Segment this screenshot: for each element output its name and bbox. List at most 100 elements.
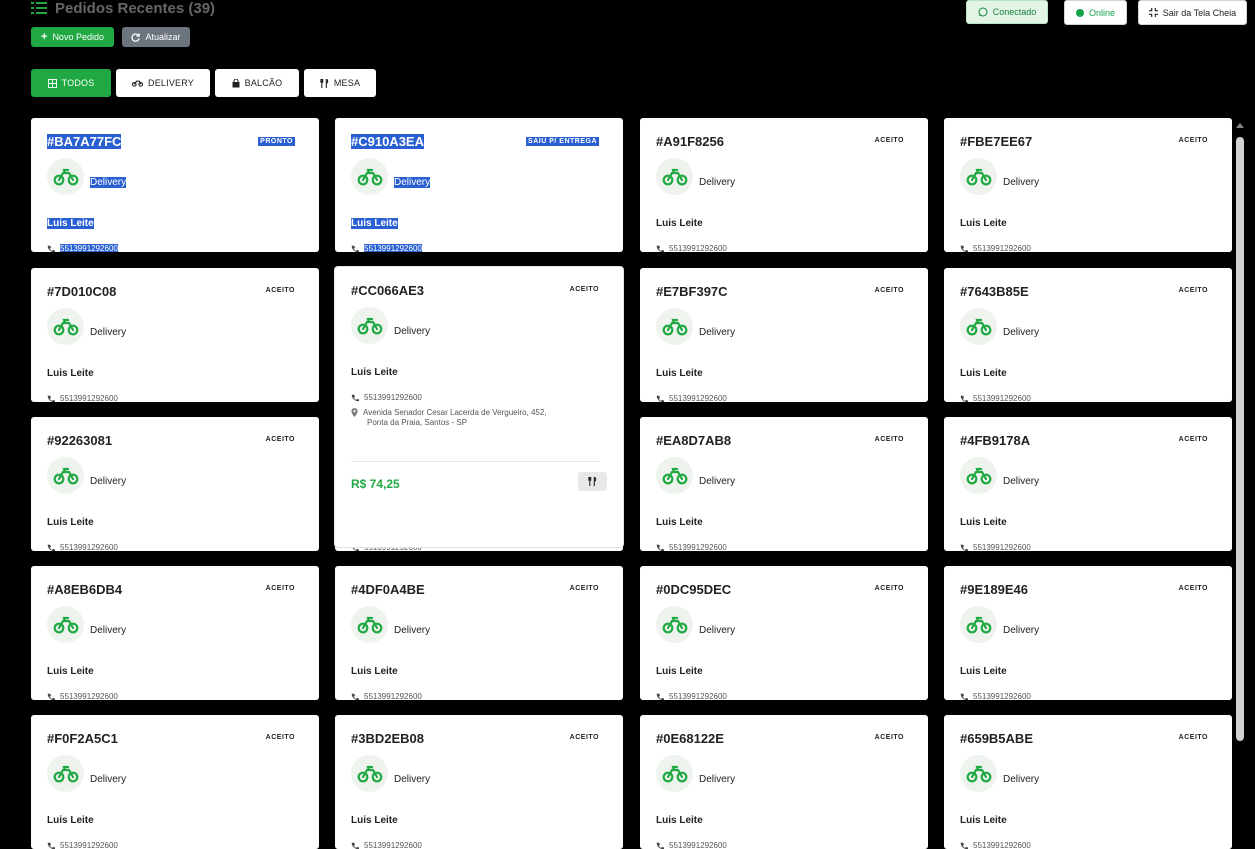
order-card[interactable]: #0E68122EACEITODeliveryLuis Leite5513991… — [640, 715, 928, 849]
phone-icon — [351, 842, 359, 849]
order-card[interactable]: #4DF0A4BEACEITODeliveryLuis Leite5513991… — [335, 566, 623, 700]
filter-counter[interactable]: BALCÃO — [215, 69, 299, 97]
order-card[interactable]: #9E189E46ACEITODeliveryLuis Leite5513991… — [944, 566, 1232, 700]
phone-number: 5513991292600 — [60, 244, 118, 252]
scroll-up-arrow-icon[interactable] — [1235, 120, 1245, 132]
filter-delivery[interactable]: DELIVERY — [116, 69, 210, 97]
customer-name: Luis Leite — [656, 815, 703, 826]
order-type: Delivery — [699, 177, 735, 188]
order-type: Delivery — [699, 476, 735, 487]
order-card[interactable]: #E7BF397CACEITODeliveryLuis Leite5513991… — [640, 268, 928, 402]
phone-icon — [351, 245, 359, 253]
order-type: Delivery — [1003, 177, 1039, 188]
phone-icon — [351, 693, 359, 701]
filter-table[interactable]: MESA — [304, 69, 376, 97]
scrollbar[interactable] — [1235, 120, 1245, 773]
card-divider — [351, 461, 599, 462]
refresh-icon — [131, 33, 140, 42]
address-line: Avenida Senador Cesar Lacerda de Verguei… — [363, 408, 547, 417]
order-card[interactable]: #7643B85EACEITODeliveryLuis Leite5513991… — [944, 268, 1232, 402]
online-dot-icon — [1076, 9, 1084, 17]
order-card[interactable]: #FBE7EE67ACEITODeliveryLuis Leite5513991… — [944, 118, 1232, 252]
customer-name: Luis Leite — [47, 517, 94, 528]
order-type-avatar — [47, 457, 84, 494]
order-card[interactable]: #CC066AE3ACEITODeliveryLuis Leite5513991… — [335, 267, 623, 547]
order-id: #A91F8256 — [656, 134, 724, 149]
order-card[interactable]: #3BD2EB08ACEITODeliveryLuis Leite5513991… — [335, 715, 623, 849]
order-id: #F0F2A5C1 — [47, 731, 118, 746]
motorcycle-icon — [357, 317, 383, 335]
address-district: Ponta da Praia, Santos - SP — [367, 418, 467, 427]
order-card[interactable]: #F0F2A5C1ACEITODeliveryLuis Leite5513991… — [31, 715, 319, 849]
motorcycle-icon — [662, 168, 688, 186]
compress-icon — [1149, 8, 1158, 17]
order-card[interactable]: #BA7A77FCPRONTODeliveryLuis Leite5513991… — [31, 118, 319, 252]
customer-phone: 5513991292600 — [47, 244, 118, 252]
filter-all[interactable]: TODOS — [31, 69, 111, 97]
order-type: Delivery — [1003, 327, 1039, 338]
order-type-avatar — [960, 755, 997, 792]
order-card[interactable]: #0DC95DECACEITODeliveryLuis Leite5513991… — [640, 566, 928, 700]
customer-name: Luis Leite — [47, 815, 94, 826]
phone-number: 5513991292600 — [364, 841, 422, 849]
order-id: #7643B85E — [960, 284, 1029, 299]
status-badge: SAIU P/ ENTREGA — [526, 137, 599, 146]
motorcycle-icon — [662, 467, 688, 485]
order-card[interactable]: #A91F8256ACEITODeliveryLuis Leite5513991… — [640, 118, 928, 252]
order-card[interactable]: #4FB9178AACEITODeliveryLuis Leite5513991… — [944, 417, 1232, 551]
status-badge: ACEITO — [266, 734, 295, 741]
customer-name: Luis Leite — [351, 666, 398, 677]
status-badge: ACEITO — [875, 287, 904, 294]
phone-number: 5513991292600 — [60, 394, 118, 402]
whatsapp-status-button[interactable]: Conectado — [966, 0, 1048, 24]
status-badge: ACEITO — [570, 585, 599, 592]
order-type-avatar — [351, 755, 388, 792]
exit-fullscreen-button[interactable]: Sair da Tela Cheia — [1138, 0, 1247, 25]
refresh-button[interactable]: Atualizar — [122, 27, 190, 47]
phone-icon — [47, 842, 55, 849]
status-badge: ACEITO — [875, 137, 904, 144]
phone-icon — [656, 544, 664, 552]
phone-icon — [656, 245, 664, 253]
online-toggle[interactable]: Online — [1064, 0, 1127, 25]
order-id: #FBE7EE67 — [960, 134, 1032, 149]
customer-name: Luis Leite — [656, 218, 703, 229]
new-order-label: Novo Pedido — [52, 32, 104, 42]
table-action-button[interactable] — [578, 472, 607, 491]
new-order-button[interactable]: + Novo Pedido — [31, 27, 114, 47]
order-id: #BA7A77FC — [47, 134, 121, 149]
customer-address: Avenida Senador Cesar Lacerda de Verguei… — [351, 408, 547, 417]
filter-counter-label: BALCÃO — [245, 78, 283, 88]
customer-phone: 5513991292600 — [351, 841, 422, 849]
order-card[interactable]: #A8EB6DB4ACEITODeliveryLuis Leite5513991… — [31, 566, 319, 700]
list-icon — [31, 1, 47, 15]
order-type-avatar — [960, 606, 997, 643]
phone-number: 5513991292600 — [973, 543, 1031, 551]
order-card[interactable]: #7D010C08ACEITODeliveryLuis Leite5513991… — [31, 268, 319, 402]
order-id: #CC066AE3 — [351, 283, 424, 298]
customer-phone: 5513991292600 — [351, 692, 422, 700]
customer-phone: 5513991292600 — [47, 841, 118, 849]
phone-number: 5513991292600 — [364, 692, 422, 700]
motorcycle-icon — [966, 765, 992, 783]
customer-phone: 5513991292600 — [656, 394, 727, 402]
order-card[interactable]: #EA8D7AB8ACEITODeliveryLuis Leite5513991… — [640, 417, 928, 551]
order-card[interactable]: #92263081ACEITODeliveryLuis Leite5513991… — [31, 417, 319, 551]
page-header: Pedidos Recentes (39) — [31, 0, 215, 16]
order-type-avatar — [656, 755, 693, 792]
order-card[interactable]: #659B5ABEACEITODeliveryLuis Leite5513991… — [944, 715, 1232, 849]
online-label: Online — [1089, 8, 1115, 18]
scrollbar-thumb[interactable] — [1236, 137, 1244, 741]
customer-name: Luis Leite — [351, 218, 398, 229]
customer-name: Luis Leite — [47, 368, 94, 379]
order-type-avatar — [656, 606, 693, 643]
order-total: R$ 74,25 — [351, 477, 400, 491]
customer-name: Luis Leite — [656, 517, 703, 528]
map-pin-icon — [351, 408, 358, 417]
order-type: Delivery — [394, 177, 430, 188]
phone-icon — [47, 395, 55, 403]
motorcycle-icon — [53, 318, 79, 336]
order-card[interactable]: #C910A3EASAIU P/ ENTREGADeliveryLuis Lei… — [335, 118, 623, 252]
order-type-avatar — [960, 308, 997, 345]
order-type-avatar — [960, 457, 997, 494]
